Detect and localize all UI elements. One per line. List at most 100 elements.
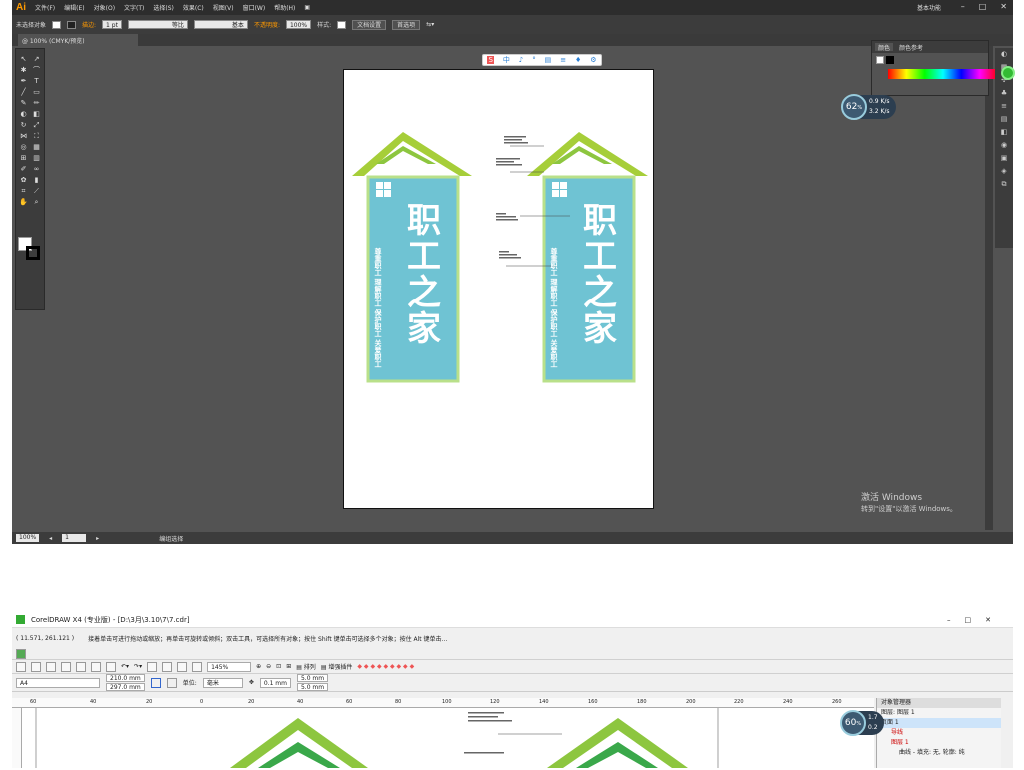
- float-tool-3[interactable]: °: [532, 56, 536, 64]
- paste-icon[interactable]: [106, 661, 116, 672]
- arrange-menu[interactable]: ▤ 排列: [296, 662, 316, 671]
- artboards-icon[interactable]: ⧉: [995, 178, 1013, 191]
- bridge-icon[interactable]: ▣: [304, 4, 310, 11]
- menu-help[interactable]: 帮助(H): [274, 3, 295, 12]
- plugin-icons[interactable]: ◆ ◆ ◆ ◆ ◆ ◆ ◆ ◆ ◆: [357, 663, 414, 670]
- style-swatch[interactable]: [337, 20, 347, 29]
- mesh-tool-icon[interactable]: ⊞: [18, 153, 29, 163]
- tab-color-guide[interactable]: 颜色参考: [899, 43, 923, 52]
- eraser-icon[interactable]: ◧: [31, 109, 42, 119]
- arrange-docs-icon[interactable]: ⇆▾: [426, 21, 434, 28]
- menu-edit[interactable]: 编辑(E): [64, 3, 84, 12]
- stroke-color-box[interactable]: [26, 246, 40, 260]
- export-icon[interactable]: [162, 661, 173, 672]
- direct-selection-tool-icon[interactable]: ↗: [31, 54, 42, 64]
- scale-tool-icon[interactable]: ⤢: [31, 120, 42, 130]
- opacity-field[interactable]: 100%: [285, 20, 312, 29]
- menu-view[interactable]: 视图(V): [213, 3, 234, 12]
- nudge-field[interactable]: 0.1 mm: [259, 677, 291, 688]
- opacity-label[interactable]: 不透明度:: [254, 20, 280, 29]
- menu-type[interactable]: 文字(T): [124, 3, 144, 12]
- document-tab[interactable]: @ 100% (CMYK/预览): [18, 34, 138, 46]
- page-size-select[interactable]: A4: [16, 677, 100, 688]
- stroke-swatch[interactable]: [67, 20, 77, 29]
- stroke-label[interactable]: 描边:: [82, 20, 96, 29]
- layer-1-node[interactable]: 图层 1: [877, 738, 1001, 748]
- color-spectrum[interactable]: [888, 69, 998, 79]
- type-tool-icon[interactable]: T: [31, 76, 42, 86]
- transparency-icon[interactable]: ◧: [995, 126, 1013, 139]
- minimize-icon[interactable]: –: [947, 616, 965, 624]
- workspace-switcher[interactable]: 基本功能: [917, 3, 941, 12]
- dup-x-field[interactable]: 5.0 mm: [296, 674, 329, 682]
- stroke-panel-icon[interactable]: ≡: [995, 100, 1013, 113]
- zoom-in-icon[interactable]: ⊕: [256, 663, 261, 670]
- eyedropper-icon[interactable]: ✐: [18, 164, 29, 174]
- app-launcher-icon[interactable]: [177, 661, 188, 672]
- landscape-icon[interactable]: [166, 677, 177, 688]
- symbols-icon[interactable]: ♣: [995, 87, 1013, 100]
- float-tool-1[interactable]: 中: [503, 55, 510, 65]
- gradient-tool-icon[interactable]: ▥: [31, 153, 42, 163]
- vertical-scrollbar[interactable]: [985, 46, 993, 530]
- zoom-level-select[interactable]: 145%: [207, 661, 252, 672]
- minimize-icon[interactable]: –: [961, 2, 965, 11]
- document-setup-button[interactable]: 文档设置: [352, 19, 387, 30]
- maximize-icon[interactable]: □: [979, 2, 987, 11]
- menu-window[interactable]: 窗口(W): [243, 3, 266, 12]
- brush-definition[interactable]: 基本: [193, 20, 248, 29]
- cd-drawing-canvas[interactable]: [22, 708, 874, 768]
- graphic-styles-icon[interactable]: ▣: [995, 152, 1013, 165]
- artboard-tool-icon[interactable]: ⌗: [18, 186, 29, 196]
- cut-icon[interactable]: [76, 661, 86, 672]
- stroke-weight-field[interactable]: 1 pt: [102, 20, 122, 29]
- save-icon[interactable]: [46, 661, 56, 672]
- line-tool-icon[interactable]: ╱: [18, 87, 29, 97]
- cd-network-speed-widget[interactable]: 60% 1.7 0.2: [840, 710, 884, 736]
- next-artboard-icon[interactable]: ▸: [96, 535, 99, 542]
- zoom-page-icon[interactable]: ⊞: [286, 663, 291, 670]
- zoom-tool-icon[interactable]: ⌕: [31, 197, 42, 207]
- float-tool-2[interactable]: ♪: [519, 56, 523, 64]
- artboard-number[interactable]: 1: [62, 534, 87, 542]
- shape-builder-icon[interactable]: ◎: [18, 142, 29, 152]
- menu-object[interactable]: 对象(O): [94, 3, 115, 12]
- color-panel-icon[interactable]: ◐: [995, 48, 1013, 61]
- artboard[interactable]: 职 工 之 家 尊重职工 理解职工 保护职工 关爱职工 职 工 之 家 尊重职工…: [343, 69, 654, 509]
- width-tool-icon[interactable]: ⋈: [18, 131, 29, 141]
- pencil-icon[interactable]: ✏: [31, 98, 42, 108]
- menu-effect[interactable]: 效果(C): [183, 3, 204, 12]
- perspective-grid-icon[interactable]: ▦: [31, 142, 42, 152]
- import-icon[interactable]: [147, 661, 158, 672]
- guides-layer[interactable]: 导线: [877, 728, 1001, 738]
- print-icon[interactable]: [61, 661, 71, 672]
- float-tool-4[interactable]: ▤: [545, 56, 552, 64]
- gradient-panel-icon[interactable]: ▤: [995, 113, 1013, 126]
- page-height-field[interactable]: 297.0 mm: [106, 683, 145, 691]
- zoom-fit-icon[interactable]: ⊡: [276, 663, 281, 670]
- blob-brush-icon[interactable]: ◐: [18, 109, 29, 119]
- dup-y-field[interactable]: 5.0 mm: [296, 683, 329, 691]
- selection-tool-icon[interactable]: ↖: [18, 54, 29, 64]
- close-icon[interactable]: ✕: [985, 616, 1005, 624]
- redo-icon[interactable]: ↷▾: [134, 663, 142, 670]
- graph-tool-icon[interactable]: ▮: [31, 175, 42, 185]
- blend-tool-icon[interactable]: ∞: [31, 164, 42, 174]
- appearance-icon[interactable]: ◉: [995, 139, 1013, 152]
- open-icon[interactable]: [31, 661, 41, 672]
- float-tool-6[interactable]: ♦: [575, 56, 581, 64]
- close-icon[interactable]: ✕: [1000, 2, 1007, 11]
- copy-icon[interactable]: [91, 661, 101, 672]
- lasso-icon[interactable]: ⌒: [31, 65, 42, 75]
- pen-tool-icon[interactable]: ✒: [18, 76, 29, 86]
- zoom-field[interactable]: 100%: [16, 534, 40, 542]
- app-badge-icon[interactable]: S: [487, 56, 494, 64]
- paintbrush-icon[interactable]: ✎: [18, 98, 29, 108]
- prev-artboard-icon[interactable]: ◂: [49, 535, 52, 542]
- menu-select[interactable]: 选择(S): [153, 3, 174, 12]
- layers-icon[interactable]: ◈: [995, 165, 1013, 178]
- rectangle-tool-icon[interactable]: ▭: [31, 87, 42, 97]
- fill-swatch[interactable]: [52, 20, 62, 29]
- portrait-icon[interactable]: [150, 677, 161, 688]
- variable-width-profile[interactable]: 等比: [127, 20, 188, 29]
